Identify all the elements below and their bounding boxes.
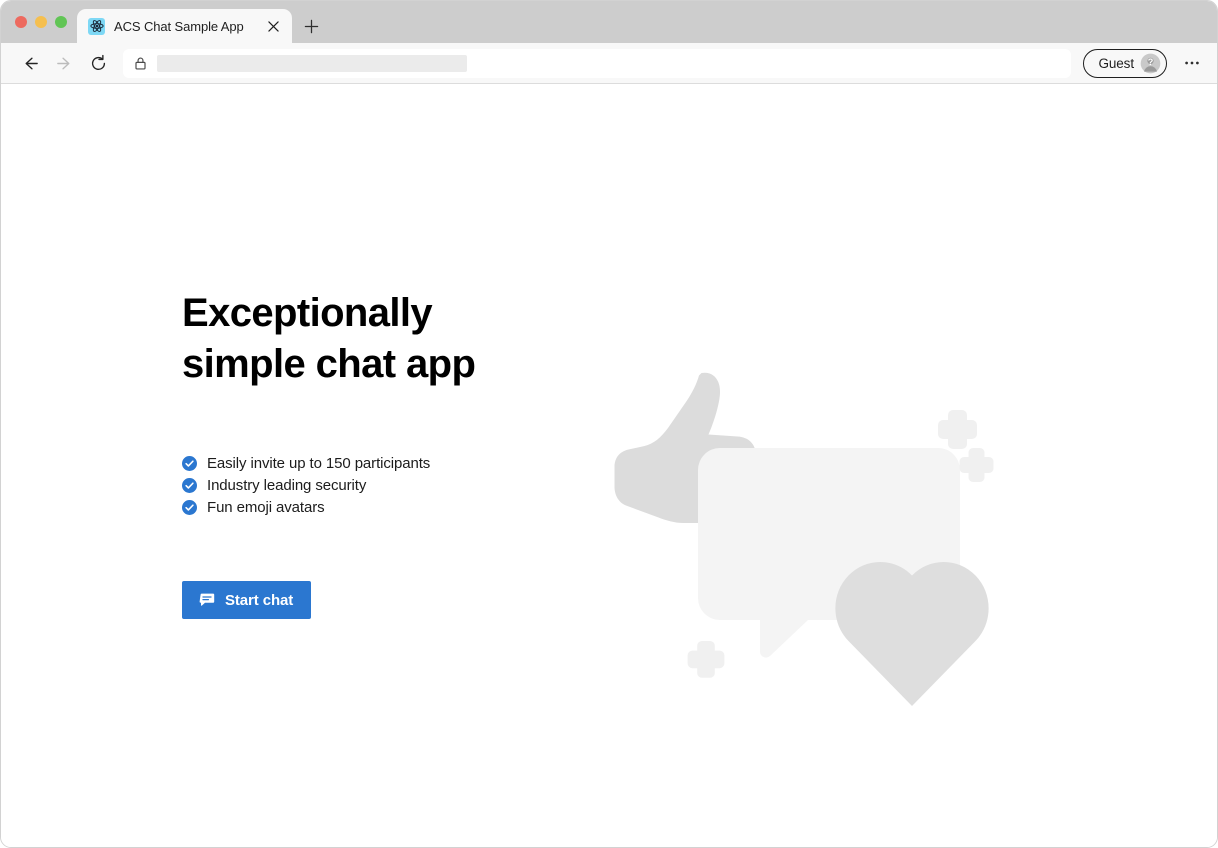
- page-title: Exceptionally simple chat app: [182, 291, 476, 386]
- close-window-button[interactable]: [15, 16, 27, 28]
- browser-toolbar: Guest ?: [1, 43, 1217, 84]
- feature-list: Easily invite up to 150 participants Ind…: [182, 452, 602, 518]
- forward-button[interactable]: [49, 48, 79, 78]
- tab-strip: ACS Chat Sample App: [1, 1, 1217, 43]
- maximize-window-button[interactable]: [55, 16, 67, 28]
- react-logo-icon: [88, 17, 105, 35]
- reload-button[interactable]: [83, 48, 113, 78]
- hero-copy: Exceptionally simple chat app Easily inv…: [182, 288, 602, 619]
- minimize-window-button[interactable]: [35, 16, 47, 28]
- list-item: Easily invite up to 150 participants: [182, 452, 602, 474]
- list-item: Industry leading security: [182, 474, 602, 496]
- tab-title: ACS Chat Sample App: [114, 18, 244, 34]
- chat-bubble-icon: [199, 592, 215, 608]
- profile-label: Guest: [1098, 55, 1134, 71]
- start-chat-button[interactable]: Start chat: [182, 581, 312, 619]
- url-input[interactable]: [157, 54, 467, 72]
- guest-avatar-icon: ?: [1140, 53, 1161, 74]
- list-item: Fun emoji avatars: [182, 496, 602, 518]
- close-tab-icon[interactable]: [265, 18, 282, 35]
- heart-icon: [835, 562, 989, 706]
- feature-label: Industry leading security: [207, 476, 367, 494]
- new-tab-button[interactable]: [296, 9, 326, 43]
- svg-text:?: ?: [1148, 57, 1154, 67]
- hero-illustration: [601, 362, 1021, 707]
- profile-button[interactable]: Guest ?: [1083, 48, 1167, 78]
- feature-label: Fun emoji avatars: [207, 498, 325, 516]
- back-button[interactable]: [15, 48, 45, 78]
- check-circle-icon: [182, 455, 197, 471]
- lock-icon: [133, 56, 148, 71]
- browser-window: ACS Chat Sample App Guest ? Exceptionall…: [0, 0, 1218, 848]
- start-chat-label: Start chat: [225, 591, 294, 609]
- hero-section: Exceptionally simple chat app Easily inv…: [1, 84, 1217, 847]
- address-bar[interactable]: [123, 48, 1072, 78]
- page-viewport: Exceptionally simple chat app Easily inv…: [1, 84, 1217, 847]
- feature-label: Easily invite up to 150 participants: [207, 454, 431, 472]
- browser-tab[interactable]: ACS Chat Sample App: [77, 9, 292, 43]
- more-options-button[interactable]: [1177, 48, 1207, 78]
- window-controls: [9, 1, 77, 43]
- check-circle-icon: [182, 477, 197, 493]
- check-circle-icon: [182, 499, 197, 515]
